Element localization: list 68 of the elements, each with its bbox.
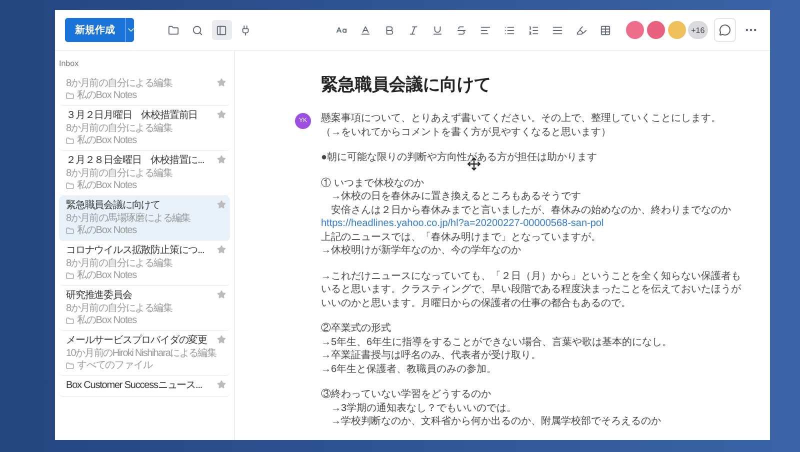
note-line: 懸案事項について、とりあえず書いてください。その上で、整理していくことにします。	[321, 112, 722, 126]
note-edited-text: 8か月前の自分による編集	[66, 78, 172, 89]
note-line: →6年生と保護者、教職員のみの参加。	[321, 362, 498, 376]
star-icon[interactable]	[217, 245, 226, 254]
note-line: →休校明けが新学年なのか、今の学年なのか	[321, 244, 522, 258]
news-link[interactable]: https://headlines.yahoo.co.jp/hl?a=20200227-00000568-san-pol	[321, 217, 746, 230]
note-edited-text: 10か月前のHiroki Nishiharaによる編集	[66, 348, 216, 359]
folder-icon	[66, 182, 74, 190]
note-edited-text: 8か月前の馬場琢磨による編集	[66, 213, 190, 224]
note-title: コロナウイルス拡散防止策につ...	[66, 245, 204, 257]
note-line: →学校判断なのか、文科省から何か出るのか、附属学校部でそろえるのか	[330, 415, 662, 428]
note-title: 緊急職員会議に向けて	[66, 200, 160, 212]
note-line: →卒業証書授与は呼名のみ、代表者が受け取り。	[321, 349, 542, 362]
note-line: ① いつまで休校なのか	[321, 176, 425, 190]
note-list-item[interactable]: Box Customer Successニュース...	[59, 376, 230, 397]
note-folder: 私のBox Notes	[77, 180, 137, 191]
note-folder: すべてのファイル	[77, 360, 152, 371]
note-heading: 緊急職員会議に向けて	[321, 74, 492, 96]
note-list-item[interactable]: メールサービスプロバイダの変更 10か月前のHiroki Nishiharaによる編集 すべてのファイル	[59, 331, 230, 376]
note-title: 研究推進委員会	[66, 290, 132, 302]
note-line: 安倍さんは２日から春休みまでと言いましたが、春休みの始めなのか、終わりまでなのか	[330, 204, 732, 217]
comments-button[interactable]	[714, 18, 736, 42]
note-line: 上記のニュースでは、「春休み明けまで」となっていますが。	[321, 230, 602, 244]
star-icon[interactable]	[217, 290, 226, 299]
note-list-item[interactable]: 研究推進委員会 8か月前の自分による編集 私のBox Notes	[59, 286, 230, 331]
sidebar-toggle-icon[interactable]	[212, 20, 232, 40]
new-button[interactable]: 新規作成	[65, 18, 125, 42]
note-edited-text: 8か月前の自分による編集	[66, 258, 172, 269]
collaborator-avatar[interactable]	[624, 20, 645, 40]
note-title: ２月２８日金曜日 休校措置に...	[66, 155, 204, 167]
star-icon[interactable]	[217, 335, 226, 344]
folder-icon	[66, 362, 74, 370]
folder-icon	[66, 136, 74, 144]
note-folder: 私のBox Notes	[77, 315, 137, 326]
note-edited-text: 8か月前の自分による編集	[66, 168, 172, 179]
note-line: （→をいれてからコメントを書く方が見やすくなると思います）	[321, 126, 612, 139]
note-edited-text: 8か月前の自分による編集	[66, 303, 172, 314]
inbox-heading: Inbox	[59, 59, 80, 68]
note-list-item[interactable]: コロナウイルス拡散防止策につ... 8か月前の自分による編集 私のBox Notes	[59, 241, 230, 286]
star-icon[interactable]	[217, 78, 226, 87]
note-list-item[interactable]: 緊急職員会議に向けて 8か月前の馬場琢磨による編集 私のBox Notes	[59, 196, 230, 241]
note-title: メールサービスプロバイダの変更	[66, 335, 208, 347]
star-icon[interactable]	[217, 380, 226, 389]
star-icon[interactable]	[217, 200, 226, 209]
note-edited-text: 8か月前の自分による編集	[66, 123, 172, 134]
note-title: Box Customer Successニュース...	[66, 380, 202, 392]
note-title: ３月２日月曜日 休校措置前日	[66, 110, 198, 122]
collaborator-count[interactable]: +16	[688, 21, 708, 39]
folder-icon	[66, 92, 74, 100]
note-line: →3学期の通知表なし？でもいいのでは。	[330, 402, 518, 415]
note-line: →5年生、6年生に指導をすることができない場合、言葉や歌は基本的になし。	[321, 336, 674, 349]
note-line: →休校の日を春休みに置き換えるところもあるそうです	[330, 190, 582, 204]
note-folder: 私のBox Notes	[77, 90, 137, 101]
comment-icon[interactable]	[718, 24, 731, 36]
note-folder: 私のBox Notes	[77, 135, 137, 146]
note-line: ②卒業式の形式	[321, 322, 392, 336]
folder-icon	[66, 316, 74, 324]
folder-icon	[66, 226, 74, 234]
note-list-item[interactable]: ３月２日月曜日 休校措置前日 8か月前の自分による編集 私のBox Notes	[59, 106, 230, 151]
note-line: ③終わっていない学習をどうするのか	[321, 388, 492, 402]
note-line: →これだけニュースになっていても、「２日（月）から」ということを全く知らない保護者もいると思います。クラスティングで、早い段階である程度決まったことを伝えておいたほうがいいのかと思います。月曜日からの保護者の仕事の都合もあるので。	[321, 270, 742, 310]
star-icon[interactable]	[217, 110, 226, 119]
collaborator-avatar[interactable]	[646, 20, 666, 40]
star-icon[interactable]	[217, 155, 226, 164]
new-dropdown-button[interactable]	[125, 18, 134, 42]
note-folder: 私のBox Notes	[77, 225, 137, 236]
note-folder: 私のBox Notes	[77, 270, 137, 281]
folder-icon	[66, 272, 74, 280]
